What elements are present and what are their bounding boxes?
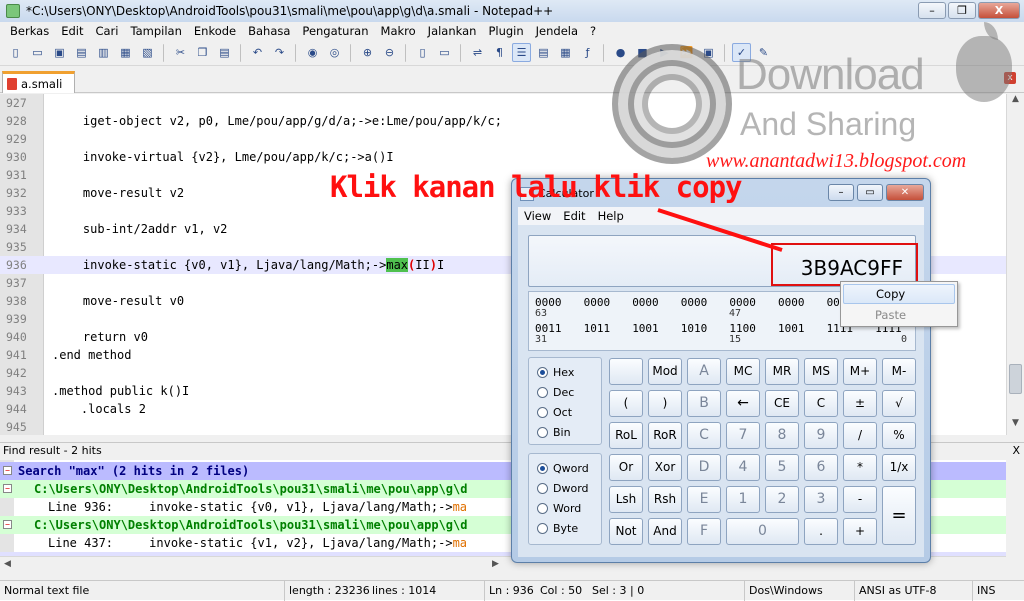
annotation-arrow (657, 208, 783, 252)
annotation-text: Klik kanan lalu klik copy (330, 170, 742, 204)
annotation-arrow-line (657, 208, 783, 252)
